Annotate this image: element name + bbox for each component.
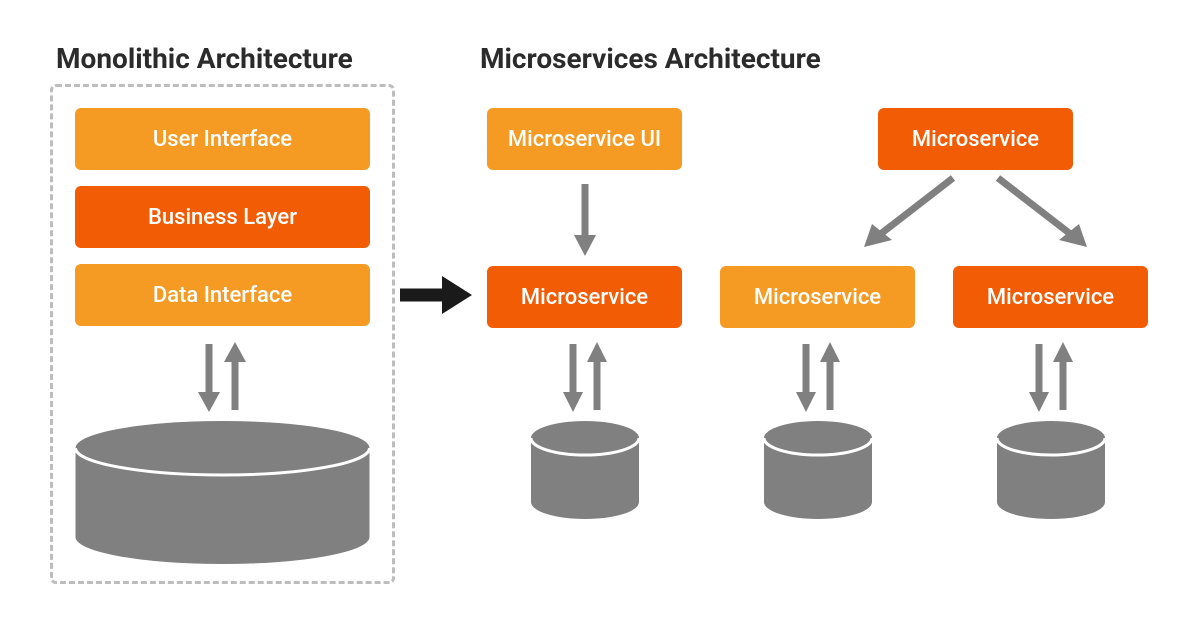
monolith-database-icon — [75, 420, 370, 565]
microservice-box-1: Microservice — [487, 266, 682, 328]
ms3-db-arrows-icon — [1026, 338, 1076, 420]
microservice-ui-box: Microservice UI — [487, 108, 682, 170]
monolith-db-arrows-icon — [195, 338, 249, 420]
microservice-top-right-box: Microservice — [878, 108, 1073, 170]
ms1-db-arrows-icon — [560, 338, 610, 420]
microservices-title: Microservices Architecture — [480, 42, 821, 75]
microservice-box-3: Microservice — [953, 266, 1148, 328]
ms3-database-icon — [996, 420, 1106, 520]
microservice-box-2: Microservice — [720, 266, 915, 328]
monolith-layer-data: Data Interface — [75, 264, 370, 326]
monolith-layer-business: Business Layer — [75, 186, 370, 248]
monolith-layer-ui: User Interface — [75, 108, 370, 170]
ms2-db-arrows-icon — [793, 338, 843, 420]
ms1-database-icon — [530, 420, 640, 520]
monolithic-title: Monolithic Architecture — [56, 42, 353, 75]
top-right-split-arrows-icon — [778, 172, 1178, 271]
transition-arrow-icon — [396, 270, 476, 324]
ms2-database-icon — [763, 420, 873, 520]
ui-to-service-arrow-icon — [572, 180, 598, 264]
